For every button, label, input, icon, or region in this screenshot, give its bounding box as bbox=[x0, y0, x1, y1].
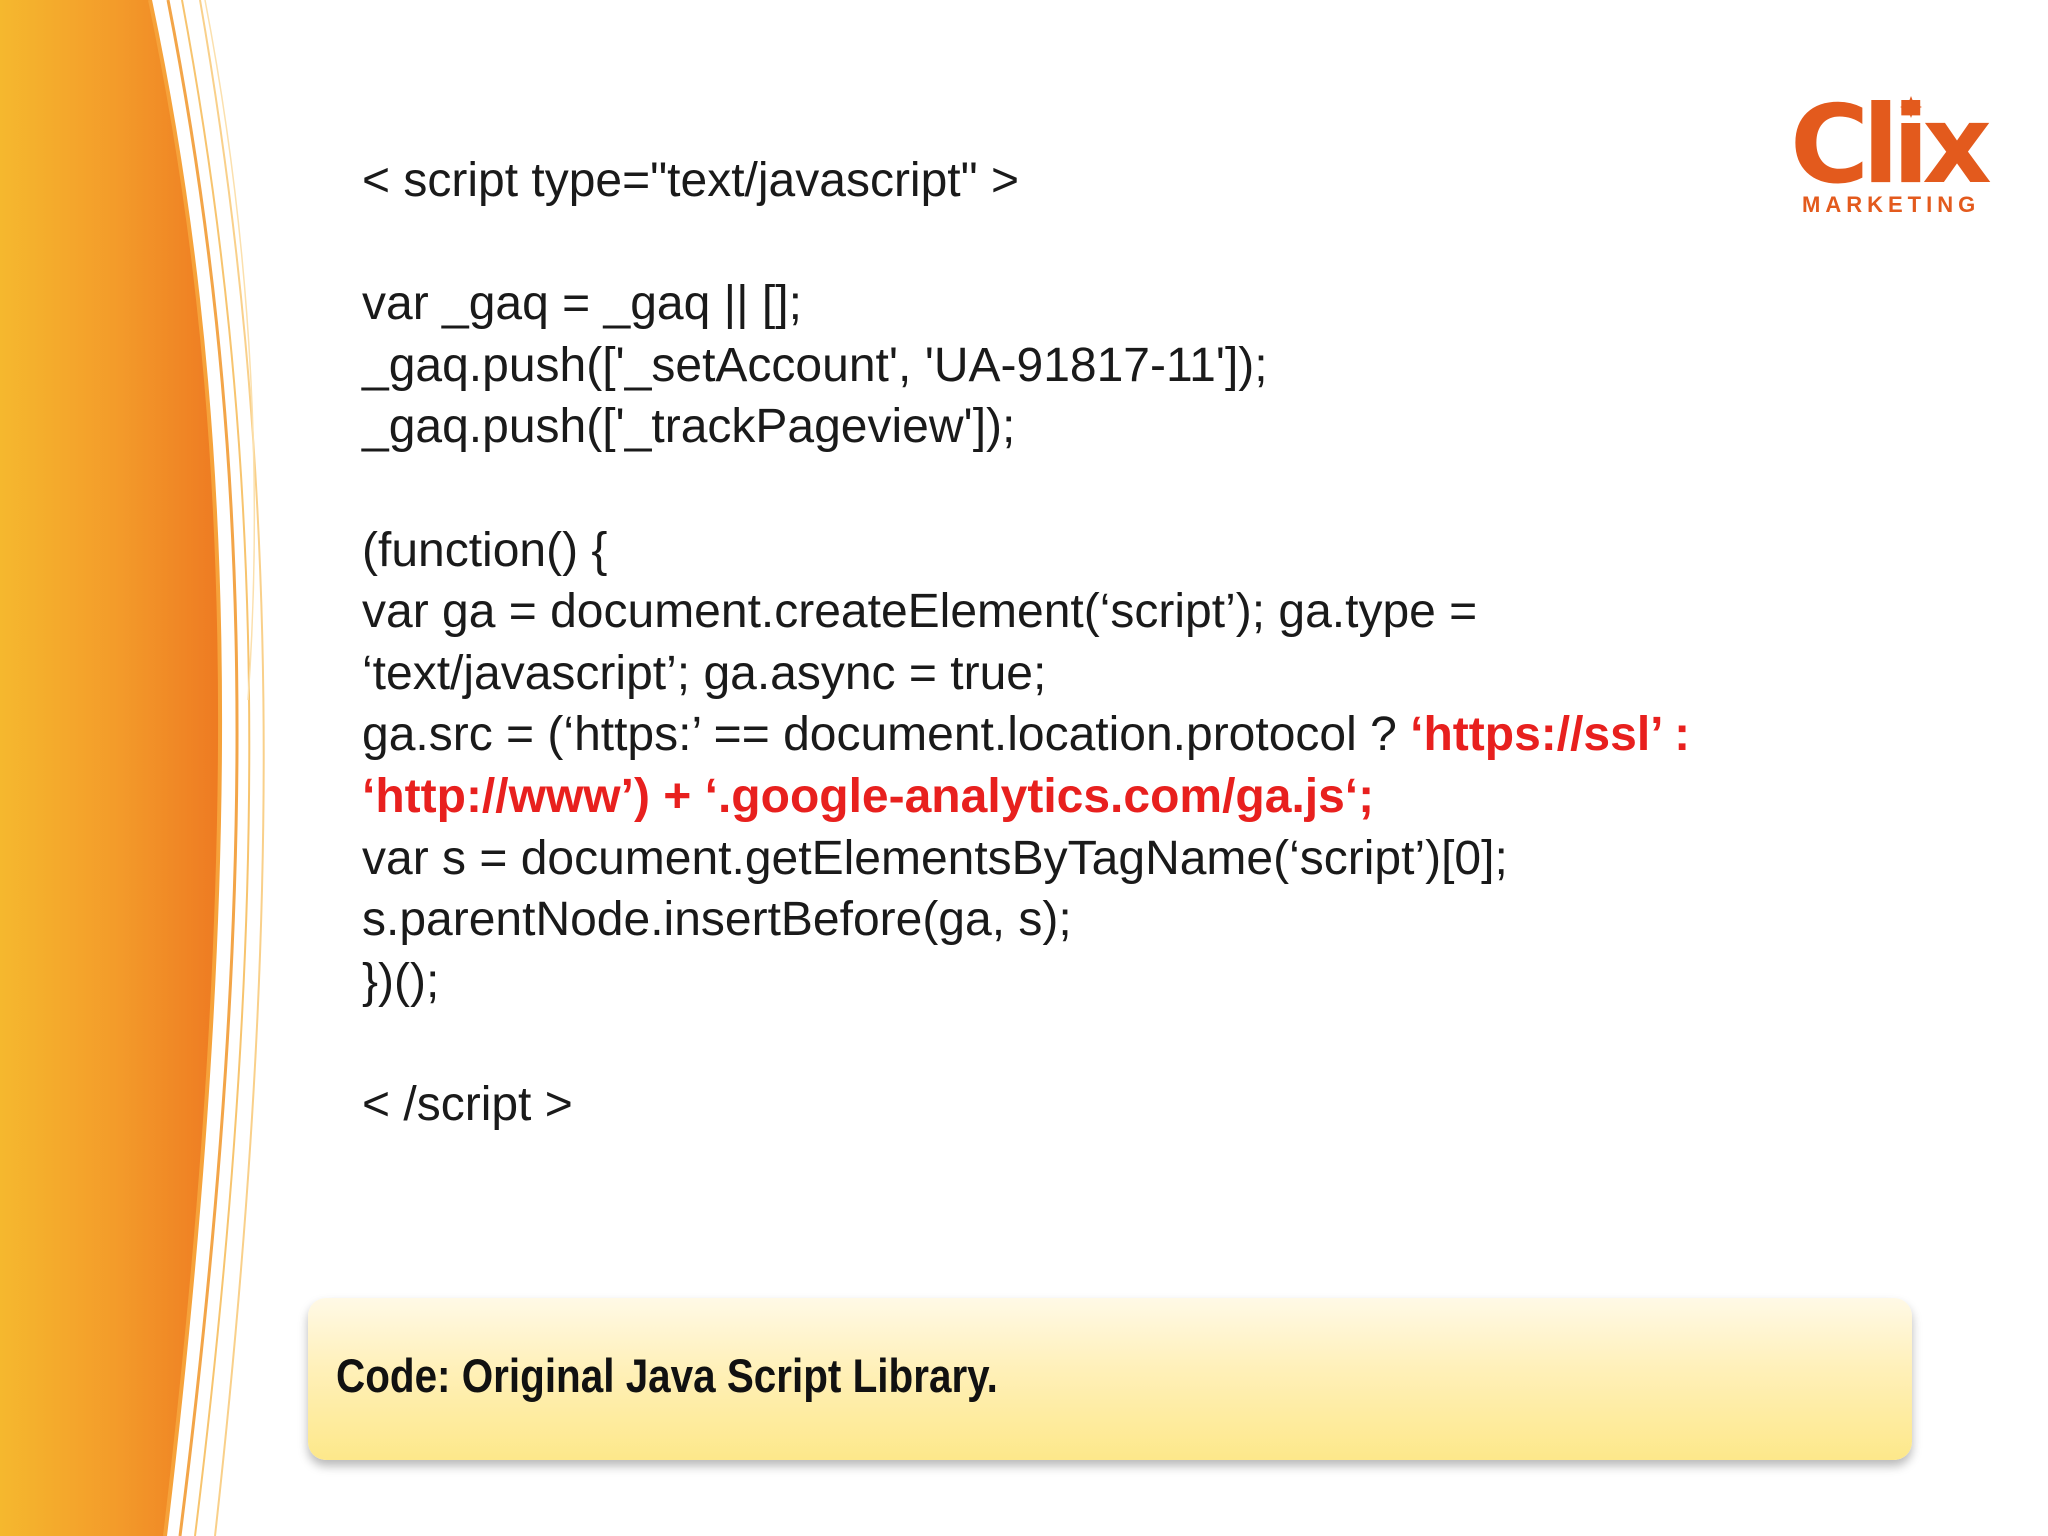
code-block: < script type="text/javascript" > var _g… bbox=[362, 150, 1842, 1136]
caption-text: Code: Original Java Script Library. bbox=[336, 1349, 998, 1402]
caption-box: Code: Original Java Script Library. bbox=[308, 1298, 1912, 1460]
code-line: < script type="text/javascript" > bbox=[362, 154, 1020, 207]
code-line: _gaq.push(['_setAccount', 'UA-91817-11']… bbox=[362, 338, 1268, 392]
code-line: var s = document.getElementsByTagName(‘s… bbox=[362, 831, 1508, 885]
code-line-src-plain: ga.src = (‘https:’ == document.location.… bbox=[362, 708, 1411, 762]
code-line: var ga = document.createElement(‘script’… bbox=[362, 585, 1478, 639]
code-highlight: ‘http://www’) + ‘.google-analytics.com/g… bbox=[362, 769, 1375, 823]
code-line: _gaq.push(['_trackPageview']); bbox=[362, 400, 1016, 454]
code-line: })(); bbox=[362, 954, 440, 1008]
code-line-src: ga.src = (‘https:’ == document.location.… bbox=[362, 704, 1842, 766]
code-line-highlight: ‘http://www’) + ‘.google-analytics.com/g… bbox=[362, 766, 1842, 828]
code-line: var _gaq = _gaq || []; bbox=[362, 277, 802, 331]
orange-swoosh-decoration bbox=[0, 0, 265, 1536]
code-line: (function() { bbox=[362, 523, 608, 577]
code-line: < /script > bbox=[362, 1077, 573, 1131]
code-line: s.parentNode.insertBefore(ga, s); bbox=[362, 893, 1072, 947]
code-line: ‘text/javascript’; ga.async = true; bbox=[362, 646, 1047, 700]
code-highlight: ‘https://ssl’ : bbox=[1410, 708, 1691, 762]
slide: Clix MARKETING < script type="text/javas… bbox=[0, 0, 2048, 1536]
logo-star-icon bbox=[1900, 96, 1922, 118]
